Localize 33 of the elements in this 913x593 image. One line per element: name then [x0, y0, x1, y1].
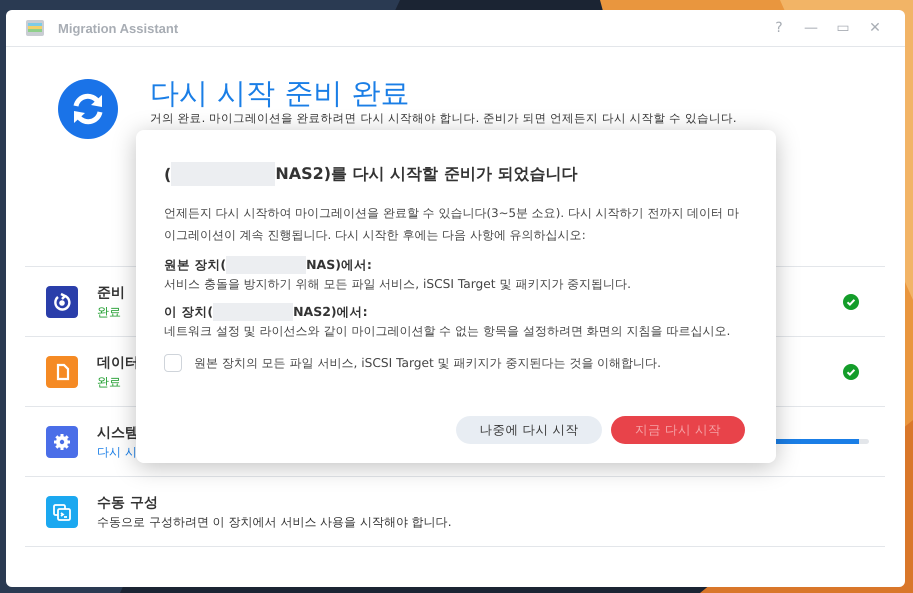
stacked-layers-icon: [24, 17, 46, 39]
intro-paragraph: 언제든지 다시 시작하여 마이그레이션을 완료할 수 있습니다(3~5분 소요). 다시 시작하기 전까지 데이터 마이그레이션이 계속 진행됩니다. 다시 시작한 후에는 다음 사항에 유의하십시오:: [164, 205, 740, 244]
check-icon: [843, 364, 859, 380]
step-status: 다시 시: [97, 444, 138, 460]
help-button[interactable]: ?: [763, 20, 795, 36]
section-text: 네트워크 설정 및 라이선스와 같이 마이그레이션할 수 없는 항목을 설정하려면 화면의 지침을 따르십시오.: [164, 323, 732, 340]
step-status: 완료: [97, 304, 122, 320]
maximize-button[interactable]: ▭: [827, 20, 859, 36]
section-heading: 이 장치(: [164, 304, 214, 320]
refresh-icon: [58, 79, 118, 139]
dialog-title: (: [164, 164, 172, 184]
step-title: 준비: [97, 284, 125, 302]
step-status: 수동으로 구성하려면 이 장치에서 서비스 사용을 시작해야 합니다.: [97, 514, 452, 530]
minimize-button[interactable]: —: [795, 20, 827, 36]
check-icon: [843, 294, 859, 310]
restart-later-button[interactable]: 나중에 다시 시작: [456, 416, 602, 444]
dialog-title: NAS2)를 다시 시작할 준비가 되었습니다: [275, 164, 578, 184]
step-title: 수동 구성: [97, 494, 159, 512]
page-subtitle: 거의 완료. 마이그레이션을 완료하려면 다시 시작해야 합니다. 준비가 되면 언제든지 다시 시작할 수 있습니다.: [150, 111, 736, 126]
restore-icon: [46, 286, 78, 318]
section-heading: NAS)에서:: [306, 256, 372, 274]
gear-icon: [46, 426, 78, 458]
close-button[interactable]: ✕: [859, 20, 891, 36]
section-text: 서비스 충돌을 방지하기 위해 모든 파일 서비스, iSCSI Target 및 패키지가 중지됩니다.: [164, 276, 632, 293]
page-title: 다시 시작 준비 완료: [150, 75, 411, 111]
document-icon: [46, 356, 78, 388]
section-heading: 원본 장치(: [164, 256, 226, 274]
windows-icon: [46, 496, 78, 528]
checkbox[interactable]: [164, 354, 182, 372]
window-title: Migration Assistant: [58, 20, 178, 36]
step-status: 완료: [97, 374, 122, 390]
checkbox-label[interactable]: 원본 장치의 모든 파일 서비스, iSCSI Target 및 패키지가 중지된다는 것을 이해합니다.: [194, 354, 662, 372]
section-heading: NAS2)에서:: [293, 304, 368, 320]
